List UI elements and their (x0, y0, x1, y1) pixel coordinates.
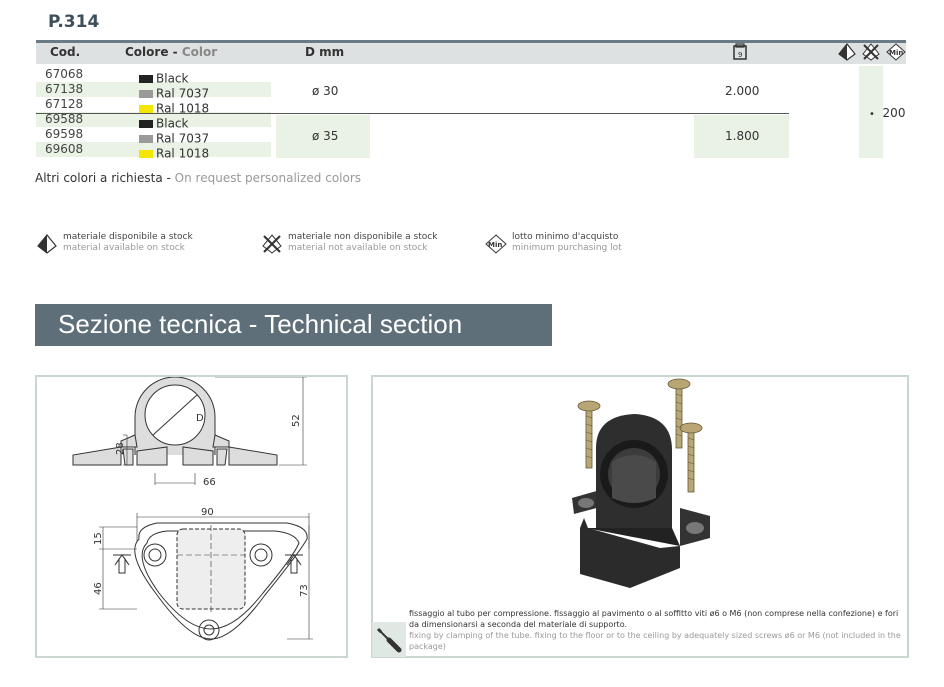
stock-available-header-icon (838, 43, 856, 61)
dim-73: 73 (299, 584, 310, 597)
color-swatch (139, 74, 153, 83)
svg-text:9: 9 (738, 51, 742, 59)
qty-1800: 1.800 (725, 129, 760, 143)
svg-text:Min: Min (488, 241, 502, 249)
dim-66: 66 (203, 477, 216, 488)
diameter-30: ø 30 (312, 84, 339, 98)
dim-52: 52 (291, 414, 302, 427)
row-code: 67068 (45, 67, 84, 81)
screwdriver-icon (376, 627, 402, 653)
min-lot-value: • 200 (869, 106, 906, 120)
row-color: Ral 1018 (139, 143, 209, 162)
row-code: 69608 (45, 142, 84, 156)
color-swatch (139, 119, 153, 128)
stock-available-icon (37, 234, 57, 254)
diameter-35: ø 35 (312, 129, 339, 143)
min-lot-header-icon: Min (886, 43, 906, 61)
section-title: Sezione tecnica - Technical section (58, 309, 463, 339)
legend-minlot: lotto minimo d'acquisto minimum purchasin… (512, 232, 622, 253)
dim-D: D (196, 413, 204, 424)
row-code: 67128 (45, 97, 84, 111)
row-code: 69598 (45, 127, 84, 141)
qty-2000: 2.000 (725, 84, 760, 98)
stock-unavailable-icon (262, 234, 282, 254)
min-lot-icon: Min (485, 234, 507, 254)
legend-available: materiale disponibile a stock material av… (63, 232, 193, 253)
color-swatch (139, 149, 153, 158)
color-swatch (139, 134, 153, 143)
dim-28: 28 (115, 442, 126, 455)
product-code: P.314 (48, 12, 100, 32)
row-code: 67138 (45, 82, 84, 96)
stock-unavailable-header-icon (862, 43, 880, 61)
header-cod: Cod. (50, 45, 81, 59)
color-name: Ral 1018 (156, 146, 210, 161)
header-color: Colore - Color (125, 45, 218, 59)
dim-46: 46 (93, 582, 104, 595)
dim-15: 15 (93, 532, 104, 545)
header-dmm: D mm (305, 45, 345, 59)
dim-90: 90 (201, 507, 214, 518)
box-qty-icon: 9 (733, 43, 747, 60)
color-swatch (139, 104, 153, 113)
other-colors-note: Altri colori a richiesta - On request pe… (35, 171, 362, 185)
caption: fissaggio al tubo per compressione. fiss… (409, 609, 901, 651)
legend-unavailable: materiale non disponibile a stock materia… (288, 232, 438, 253)
product-image (572, 378, 710, 588)
technical-drawing: D 52 28 66 90 15 46 73 (72, 377, 313, 641)
color-swatch (139, 89, 153, 98)
row-code: 69588 (45, 112, 84, 126)
svg-text:Min: Min (889, 49, 903, 57)
